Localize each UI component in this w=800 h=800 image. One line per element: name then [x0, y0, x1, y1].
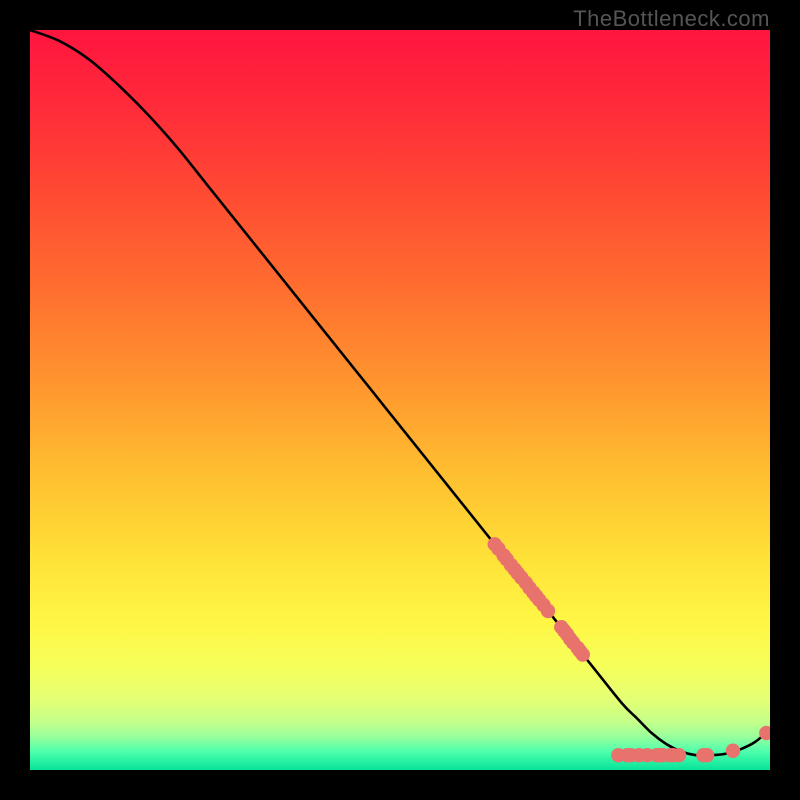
chart-svg — [30, 30, 770, 770]
chart-stage: TheBottleneck.com — [0, 0, 800, 800]
watermark-text: TheBottleneck.com — [573, 6, 770, 32]
data-marker — [541, 604, 555, 618]
gradient-background — [30, 30, 770, 770]
data-marker — [726, 744, 740, 758]
data-marker — [700, 748, 714, 762]
data-marker — [672, 748, 686, 762]
plot-area — [30, 30, 770, 770]
data-marker — [576, 647, 590, 661]
